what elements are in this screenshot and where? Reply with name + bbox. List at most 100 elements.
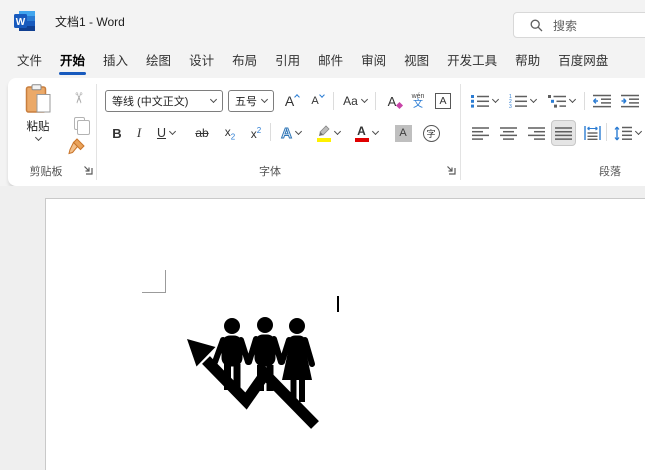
phonetic-guide-icon: wén 文 xyxy=(411,92,425,110)
font-color-button[interactable]: A xyxy=(350,120,382,146)
subscript-digit: 2 xyxy=(230,132,236,142)
tab-references[interactable]: 引用 xyxy=(266,43,309,80)
phonetic-guide-button[interactable]: wén 文 xyxy=(407,90,429,112)
align-center-button[interactable] xyxy=(496,120,520,146)
chevron-down-icon xyxy=(491,95,499,103)
paste-button[interactable]: 粘贴 xyxy=(14,84,62,158)
shrink-font-button[interactable]: A xyxy=(307,90,328,112)
bullet-list-icon xyxy=(470,95,489,108)
chevron-down-icon xyxy=(568,95,576,103)
clipboard-dialog-launcher[interactable] xyxy=(82,164,94,176)
margin-crop-mark-horizontal xyxy=(142,292,166,293)
group-divider xyxy=(96,84,97,180)
tab-home[interactable]: 开始 xyxy=(51,43,94,80)
align-right-button[interactable] xyxy=(524,120,548,146)
grow-font-button[interactable]: A xyxy=(280,90,304,112)
tab-layout[interactable]: 布局 xyxy=(223,43,266,80)
enclose-characters-icon: 字 xyxy=(422,124,440,142)
font-color-icon: A xyxy=(354,125,369,142)
superscript-button[interactable]: x2 xyxy=(246,120,266,146)
separator xyxy=(333,92,334,110)
font-group-label: 字体 xyxy=(259,166,281,178)
tab-draw[interactable]: 绘图 xyxy=(137,43,180,80)
ribbon-tab-bar: 文件 开始 插入 绘图 设计 布局 引用 邮件 审阅 视图 开发工具 帮助 百度… xyxy=(8,44,617,78)
tab-help[interactable]: 帮助 xyxy=(506,43,549,80)
decrease-indent-button[interactable] xyxy=(590,90,614,112)
distribute-text-button[interactable] xyxy=(580,120,604,146)
paste-dropdown-chevron-icon[interactable] xyxy=(34,133,42,142)
tab-baidu-netdisk[interactable]: 百度网盘 xyxy=(549,43,617,80)
character-border-button[interactable]: A xyxy=(432,90,454,112)
font-size-combobox[interactable]: 五号 xyxy=(228,90,274,112)
tab-view[interactable]: 视图 xyxy=(395,43,438,80)
chevron-down-icon xyxy=(634,127,642,135)
character-shading-button[interactable]: A xyxy=(392,120,414,146)
tab-developer[interactable]: 开发工具 xyxy=(438,43,506,80)
cut-button[interactable]: ✂ xyxy=(67,87,89,109)
document-title: 文档1 - Word xyxy=(55,15,125,29)
separator xyxy=(270,123,271,141)
align-right-icon xyxy=(527,126,545,140)
search-box[interactable]: 搜索 xyxy=(513,12,645,38)
clipboard-group-label: 剪贴板 xyxy=(29,166,63,178)
subscript-button[interactable]: x2 xyxy=(220,120,240,146)
bullets-button[interactable] xyxy=(468,90,500,112)
chevron-down-icon xyxy=(529,95,537,103)
word-window: W 文档1 - Word 搜索 文件 开始 插入 绘图 设计 布局 引用 邮件 … xyxy=(0,0,645,470)
font-name-combobox[interactable]: 等线 (中文正文) xyxy=(105,90,223,112)
character-shading-icon: A xyxy=(394,124,412,142)
numbering-button[interactable]: 1 2 3 xyxy=(506,90,538,112)
multilevel-list-button[interactable] xyxy=(544,90,578,112)
tab-design[interactable]: 设计 xyxy=(180,43,223,80)
chevron-down-icon xyxy=(360,95,368,103)
strikethrough-label: ab xyxy=(195,126,209,140)
tab-insert[interactable]: 插入 xyxy=(94,43,137,80)
margin-crop-mark-vertical xyxy=(165,270,166,292)
word-logo-icon: W xyxy=(14,11,35,31)
format-painter-brush-icon xyxy=(67,138,85,155)
clear-formatting-button[interactable]: A xyxy=(381,90,403,112)
tab-mailings[interactable]: 邮件 xyxy=(309,43,352,80)
separator xyxy=(584,92,585,110)
align-center-icon xyxy=(499,126,517,140)
document-canvas xyxy=(0,186,645,470)
caret-down-icon xyxy=(318,92,325,98)
caret-up-icon xyxy=(294,94,301,100)
change-case-button[interactable]: Aa xyxy=(339,90,371,112)
line-spacing-button[interactable] xyxy=(612,120,642,146)
underline-button[interactable]: U xyxy=(152,120,180,146)
tab-review[interactable]: 审阅 xyxy=(352,43,395,80)
search-placeholder: 搜索 xyxy=(553,18,578,33)
format-painter-button[interactable] xyxy=(66,135,88,157)
separator xyxy=(375,92,376,110)
underline-label: U xyxy=(156,126,167,140)
bold-button[interactable]: B xyxy=(108,120,126,146)
italic-button[interactable]: I xyxy=(132,120,146,146)
tab-file[interactable]: 文件 xyxy=(8,43,51,80)
justify-button[interactable] xyxy=(551,120,576,146)
numbered-list-icon: 1 2 3 xyxy=(509,94,527,108)
font-name-value: 等线 (中文正文) xyxy=(112,96,189,108)
chevron-down-icon xyxy=(260,95,269,103)
titlebar: W 文档1 - Word 搜索 xyxy=(0,0,645,40)
text-highlight-button[interactable] xyxy=(312,120,344,146)
document-page[interactable] xyxy=(45,198,645,470)
align-left-button[interactable] xyxy=(468,120,492,146)
people-growth-arrow-clipart[interactable] xyxy=(178,312,323,438)
character-border-icon: A xyxy=(435,93,451,109)
increase-indent-button[interactable] xyxy=(618,90,642,112)
group-divider xyxy=(460,84,461,180)
multilevel-list-icon xyxy=(547,95,566,108)
shrink-font-label: A xyxy=(311,95,319,107)
paste-clipboard-icon xyxy=(25,84,51,113)
decrease-indent-icon xyxy=(593,94,611,108)
clear-formatting-label: A xyxy=(387,93,397,109)
svg-text:W: W xyxy=(16,17,26,28)
distribute-text-icon xyxy=(583,126,601,140)
strikethrough-button[interactable]: ab xyxy=(190,120,214,146)
align-left-icon xyxy=(471,126,489,140)
copy-button[interactable] xyxy=(68,112,90,135)
enclose-characters-button[interactable]: 字 xyxy=(420,120,442,146)
text-effects-button[interactable]: A xyxy=(276,120,306,146)
font-dialog-launcher[interactable] xyxy=(445,164,457,176)
